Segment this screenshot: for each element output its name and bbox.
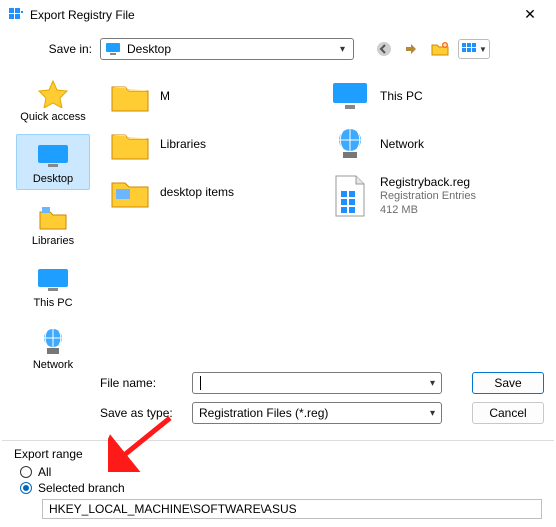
libraries-icon xyxy=(36,203,70,233)
regfile-icon xyxy=(330,176,370,216)
cancel-button[interactable]: Cancel xyxy=(472,402,544,424)
list-item[interactable]: Libraries xyxy=(106,120,321,168)
filename-area: File name: ▾ Save Save as type: Registra… xyxy=(0,368,556,440)
monitor-icon xyxy=(105,42,121,56)
export-range-title: Export range xyxy=(14,447,542,461)
places-bar: Quick access Desktop Libraries This PC N xyxy=(10,68,96,368)
new-folder-button[interactable] xyxy=(430,39,450,59)
place-label: Desktop xyxy=(33,173,73,185)
file-name: Network xyxy=(380,137,424,152)
radio-icon xyxy=(20,482,32,494)
chevron-down-icon: ▾ xyxy=(430,408,435,419)
file-list[interactable]: M Libraries desktop items This PC xyxy=(96,68,546,368)
monitor-icon xyxy=(36,265,70,295)
list-item[interactable]: desktop items xyxy=(106,168,321,216)
list-item[interactable]: This PC xyxy=(326,72,541,120)
view-menu-button[interactable]: ▼ xyxy=(458,39,490,59)
save-button[interactable]: Save xyxy=(472,372,544,394)
up-one-level-button[interactable] xyxy=(402,39,422,59)
file-size: 412 MB xyxy=(380,204,476,218)
place-network[interactable]: Network xyxy=(16,320,90,376)
file-name: This PC xyxy=(380,89,423,104)
list-item[interactable]: Network xyxy=(326,120,541,168)
network-icon xyxy=(330,124,370,164)
star-icon xyxy=(36,79,70,109)
place-label: This PC xyxy=(33,297,72,309)
file-type: Registration Entries xyxy=(380,190,476,204)
back-button[interactable] xyxy=(374,39,394,59)
place-desktop[interactable]: Desktop xyxy=(16,134,90,190)
radio-label: Selected branch xyxy=(38,481,125,495)
chevron-down-icon: ▾ xyxy=(340,44,349,55)
save-in-toolbar: ▼ xyxy=(374,39,490,59)
monitor-icon xyxy=(330,76,370,116)
network-icon xyxy=(36,327,70,357)
savetype-value: Registration Files (*.reg) xyxy=(199,406,328,420)
list-item[interactable]: Registryback.reg Registration Entries 41… xyxy=(326,168,541,224)
radio-all[interactable]: All xyxy=(20,465,542,479)
window-title: Export Registry File xyxy=(30,8,510,22)
file-name: Registryback.reg xyxy=(380,175,476,190)
radio-selected-branch[interactable]: Selected branch xyxy=(20,481,542,495)
file-name: Libraries xyxy=(160,137,206,152)
folder-icon xyxy=(110,124,150,164)
place-libraries[interactable]: Libraries xyxy=(16,196,90,252)
file-name: M xyxy=(160,89,170,104)
save-in-row: Save in: Desktop ▾ ▼ xyxy=(0,30,556,68)
place-label: Libraries xyxy=(32,235,74,247)
filename-label: File name: xyxy=(100,376,182,390)
place-label: Network xyxy=(33,359,73,371)
save-in-label: Save in: xyxy=(40,42,92,56)
branch-path-value: HKEY_LOCAL_MACHINE\SOFTWARE\ASUS xyxy=(49,502,297,516)
browse-area: Quick access Desktop Libraries This PC N xyxy=(0,68,556,368)
folder-icon xyxy=(110,76,150,116)
folder-icon xyxy=(110,172,150,212)
place-this-pc[interactable]: This PC xyxy=(16,258,90,314)
savetype-label: Save as type: xyxy=(100,406,182,420)
place-quick-access[interactable]: Quick access xyxy=(16,72,90,128)
monitor-icon xyxy=(36,141,70,171)
radio-label: All xyxy=(38,465,51,479)
savetype-combo[interactable]: Registration Files (*.reg) ▾ xyxy=(192,402,442,424)
chevron-down-icon: ▾ xyxy=(430,378,435,389)
save-in-combo[interactable]: Desktop ▾ xyxy=(100,38,354,60)
export-range-group: Export range All Selected branch HKEY_LO… xyxy=(0,441,556,527)
list-item[interactable]: M xyxy=(106,72,321,120)
place-label: Quick access xyxy=(20,111,85,123)
close-button[interactable]: ✕ xyxy=(510,6,550,23)
registry-app-icon xyxy=(8,7,24,23)
file-name: desktop items xyxy=(160,185,234,200)
radio-icon xyxy=(20,466,32,478)
filename-input[interactable]: ▾ xyxy=(192,372,442,394)
save-in-value: Desktop xyxy=(127,42,171,56)
titlebar: Export Registry File ✕ xyxy=(0,0,556,30)
branch-path-input[interactable]: HKEY_LOCAL_MACHINE\SOFTWARE\ASUS xyxy=(42,499,542,519)
